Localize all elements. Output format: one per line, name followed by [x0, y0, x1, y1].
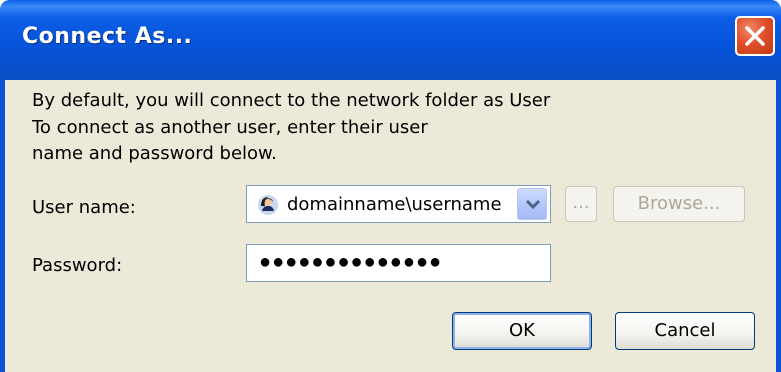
connect-as-dialog: Connect As... By default, you will conne… — [0, 0, 781, 372]
message-line-2: To connect as another user, enter their … — [32, 117, 428, 138]
username-label: User name: — [32, 197, 136, 218]
dialog-title: Connect As... — [22, 24, 193, 49]
password-label: Password: — [32, 255, 123, 276]
message-line-3: name and password below. — [32, 143, 277, 164]
password-value: ●●●●●●●●●●●●●● — [259, 251, 443, 273]
dialog-body: By default, you will connect to the netw… — [5, 80, 776, 372]
user-icon — [257, 194, 279, 221]
message-line-1: By default, you will connect to the netw… — [32, 90, 551, 111]
close-icon — [745, 26, 765, 46]
username-value: domainname\username — [287, 194, 502, 215]
ok-button[interactable]: OK — [452, 312, 592, 350]
close-button[interactable] — [735, 16, 775, 56]
browse-button[interactable]: Browse... — [613, 186, 745, 222]
ellipsis-button[interactable]: ... — [565, 186, 597, 222]
chevron-down-icon — [525, 199, 541, 210]
username-combobox[interactable]: domainname\username — [246, 185, 551, 223]
password-field[interactable]: ●●●●●●●●●●●●●● — [246, 244, 551, 282]
username-dropdown-button[interactable] — [517, 188, 547, 220]
title-bar[interactable]: Connect As... — [0, 0, 781, 80]
cancel-button[interactable]: Cancel — [615, 312, 755, 350]
